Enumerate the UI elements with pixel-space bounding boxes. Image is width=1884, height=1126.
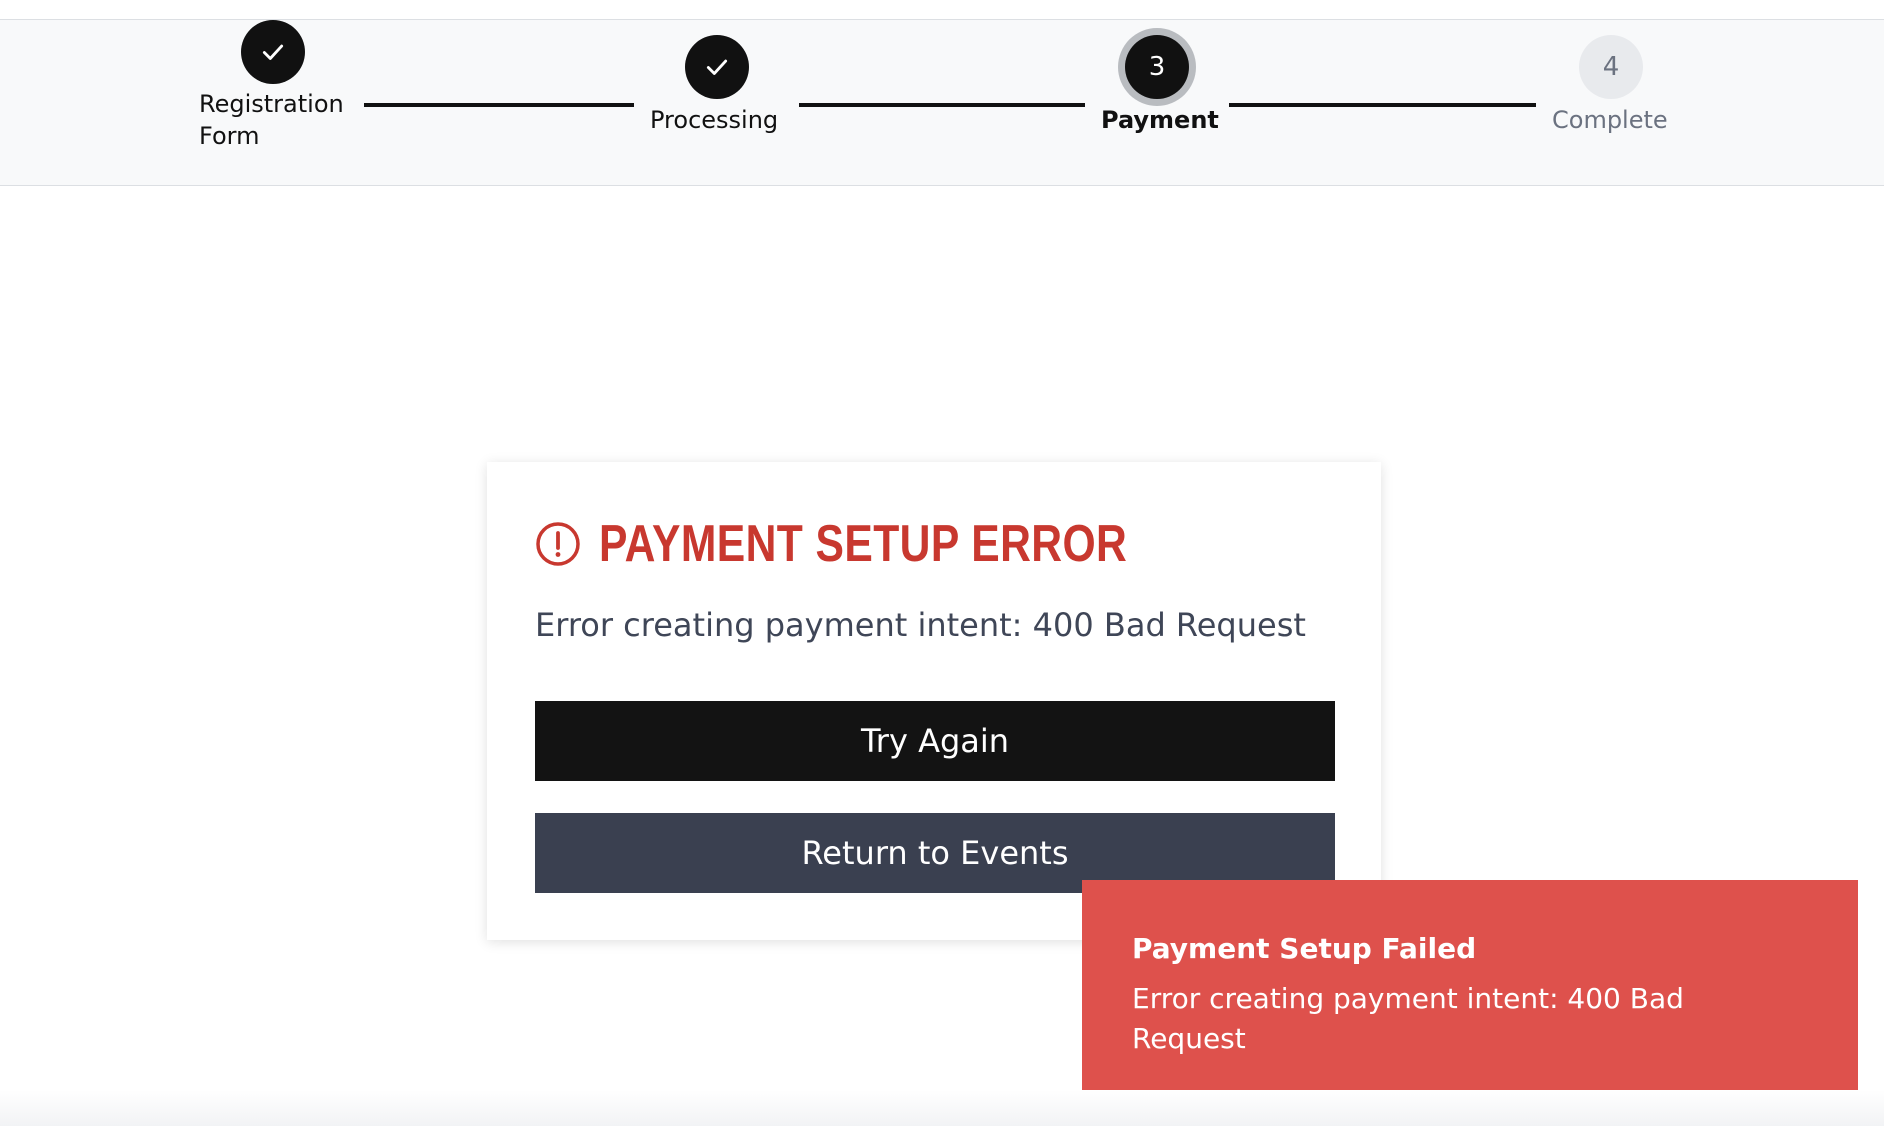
step-1-label: Registration Form	[199, 90, 344, 150]
step-2-circle	[685, 35, 749, 99]
step-1-circle	[241, 20, 305, 84]
step-connector	[1229, 103, 1536, 107]
step-2-label: Processing	[650, 106, 779, 134]
check-icon	[262, 44, 284, 60]
check-icon	[706, 59, 728, 75]
step-3-label: Payment	[1101, 106, 1219, 134]
step-3-circle: 3	[1125, 35, 1189, 99]
error-header: PAYMENT SETUP ERROR	[535, 514, 1243, 574]
toast-message: Error creating payment intent: 400 Bad R…	[1132, 982, 1684, 1055]
step-connector	[799, 103, 1085, 107]
try-again-button[interactable]: Try Again	[535, 701, 1335, 781]
toast-title: Payment Setup Failed	[1132, 932, 1477, 965]
progress-stepper: Registration Form Processing 3 Payment 4…	[0, 20, 1884, 186]
step-4-label: Complete	[1552, 106, 1668, 134]
error-message: Error creating payment intent: 400 Bad R…	[535, 606, 1306, 644]
error-card: PAYMENT SETUP ERROR Error creating payme…	[487, 462, 1381, 940]
error-title: PAYMENT SETUP ERROR	[599, 515, 1128, 573]
step-4-number: 4	[1602, 52, 1620, 82]
step-3-number: 3	[1148, 52, 1166, 82]
alert-circle-icon	[536, 522, 580, 566]
step-4-circle: 4	[1579, 35, 1643, 99]
top-edge	[0, 0, 1884, 20]
step-connector	[364, 103, 634, 107]
bottom-edge	[0, 1090, 1884, 1126]
error-toast[interactable]: Payment Setup Failed Error creating paym…	[1082, 880, 1858, 1108]
